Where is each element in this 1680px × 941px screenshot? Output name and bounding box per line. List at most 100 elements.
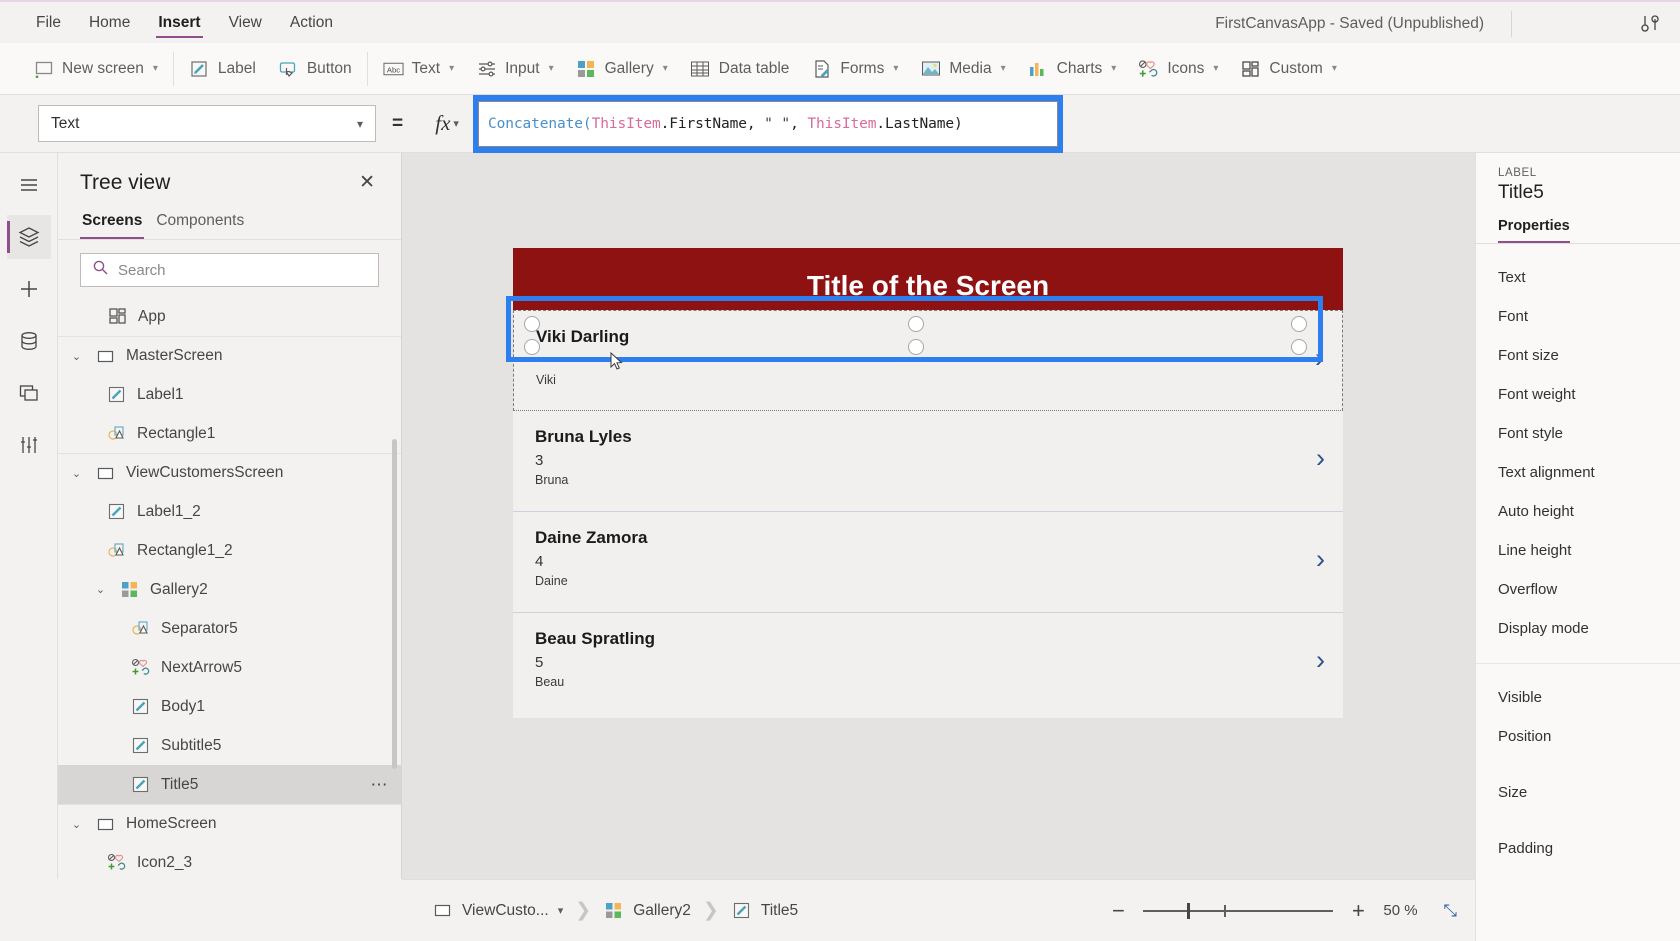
property-row-font-weight[interactable]: Font weight [1476,375,1680,414]
menu-tab-insert[interactable]: Insert [144,1,214,44]
resize-handle-top-right[interactable] [1291,316,1307,332]
property-row-text-alignment[interactable]: Text alignment [1476,453,1680,492]
gallery-item-row[interactable]: Bruna Lyles 3 Bruna › [513,411,1343,512]
ribbon-input-button[interactable]: Input ▾ [465,50,565,88]
menu-tab-home[interactable]: Home [75,1,144,44]
gallery-item-row[interactable]: Viki Darling Viki › [513,310,1343,411]
breadcrumb-item-gallery[interactable]: Gallery2 [591,891,703,931]
property-row-text[interactable]: Text [1476,258,1680,297]
gallery-item-title[interactable]: Bruna Lyles [535,427,632,447]
tree-node-homescreen[interactable]: ⌄ HomeScreen [58,804,401,843]
ribbon-charts-button[interactable]: Charts ▾ [1017,50,1128,88]
property-row-line-height[interactable]: Line height [1476,531,1680,570]
next-arrow-icon[interactable]: › [1315,345,1324,372]
formula-input[interactable]: Concatenate(ThisItem.FirstName, " ", Thi… [478,101,1058,147]
data-sources-icon[interactable] [7,319,51,363]
property-row-display-mode[interactable]: Display mode [1476,609,1680,648]
breadcrumb-item-screen[interactable]: ViewCusto... ▾ [420,891,575,931]
property-row-padding[interactable]: Padding [1476,829,1680,868]
ribbon-media-button[interactable]: Media ▾ [909,50,1016,88]
tree-node-masterscreen[interactable]: ⌄ MasterScreen [58,336,401,375]
tree-node-label1[interactable]: Label1 [58,375,401,414]
tree-view-icon[interactable] [6,215,51,259]
tree-node-rectangle1[interactable]: Rectangle1 [58,414,401,453]
menu-tab-view[interactable]: View [215,1,276,44]
ribbon-data-table-button[interactable]: Data table [679,50,801,88]
chevron-down-icon[interactable]: ⌄ [68,467,85,480]
menu-tab-action[interactable]: Action [276,1,347,44]
resize-handle-bottom-left[interactable] [524,339,540,355]
menu-tab-file[interactable]: File [22,1,75,44]
gallery-item-row[interactable]: Beau Spratling 5 Beau › [513,613,1343,714]
advanced-tools-icon[interactable] [7,423,51,467]
insert-plus-icon[interactable] [7,267,51,311]
tree-node-separator5[interactable]: Separator5 [58,609,401,648]
ribbon-button-button[interactable]: Button [267,50,363,88]
media-library-icon[interactable] [7,371,51,415]
ribbon-gallery-button[interactable]: Gallery ▾ [565,50,679,88]
gallery-item-body[interactable]: Viki [536,373,556,387]
gallery-control[interactable]: Viki Darling Viki › Bruna Lyles 3 Bruna … [513,310,1343,718]
more-options-icon[interactable]: ⋯ [371,775,390,795]
gallery-item-row[interactable]: Daine Zamora 4 Daine › [513,512,1343,613]
breadcrumb-item-title5[interactable]: Title5 [719,891,810,931]
resize-handle-top-left[interactable] [524,316,540,332]
ribbon-custom-button[interactable]: Custom ▾ [1229,50,1347,88]
next-arrow-icon[interactable]: › [1316,546,1325,573]
resize-handle-top-center[interactable] [908,316,924,332]
ribbon-new-screen-button[interactable]: New screen ▾ [22,50,169,88]
property-row-font-size[interactable]: Font size [1476,336,1680,375]
tree-scrollbar[interactable] [392,439,397,769]
gallery-item-subtitle[interactable]: 4 [535,553,543,570]
tab-properties[interactable]: Properties [1498,218,1570,243]
chevron-down-icon[interactable]: ⌄ [68,350,85,363]
next-arrow-icon[interactable]: › [1316,445,1325,472]
tree-node-viewcustomersscreen[interactable]: ⌄ ViewCustomersScreen [58,453,401,492]
gallery-item-body[interactable]: Daine [535,574,568,588]
tree-node-icon2-3[interactable]: Icon2_3 [58,843,401,882]
search-input[interactable] [118,261,367,279]
gallery-item-subtitle[interactable]: 3 [535,452,543,469]
tree-node-nextarrow5[interactable]: NextArrow5 [58,648,401,687]
property-selector[interactable]: Text ▾ [38,105,376,142]
gallery-item-body[interactable]: Bruna [535,473,568,487]
search-box[interactable] [80,253,379,287]
property-row-size[interactable]: Size [1476,773,1680,812]
chevron-down-icon[interactable]: ⌄ [68,818,85,831]
gallery-item-body[interactable]: Beau [535,675,564,689]
ribbon-label-button[interactable]: Label [178,50,267,88]
hamburger-menu-icon[interactable] [7,163,51,207]
zoom-out-button[interactable]: − [1107,899,1129,922]
tree-node-body1[interactable]: Body1 [58,687,401,726]
ribbon-forms-button[interactable]: Forms ▾ [800,50,909,88]
property-row-position[interactable]: Position [1476,717,1680,756]
tree-node-gallery2[interactable]: ⌄ Gallery2 [58,570,401,609]
property-row-overflow[interactable]: Overflow [1476,570,1680,609]
gallery-item-title[interactable]: Daine Zamora [535,528,647,548]
resize-handle-bottom-right[interactable] [1291,339,1307,355]
gallery-item-subtitle[interactable]: 5 [535,654,543,671]
fit-to-screen-icon[interactable]: ⤡ [1443,901,1457,921]
chevron-down-icon[interactable]: ⌄ [92,583,109,596]
ribbon-text-button[interactable]: Abc Text ▾ [372,50,465,88]
tab-components[interactable]: Components [154,208,246,239]
property-row-auto-height[interactable]: Auto height [1476,492,1680,531]
property-row-visible[interactable]: Visible [1476,678,1680,717]
tree-node-app[interactable]: App [58,297,401,336]
gallery-item-title[interactable]: Beau Spratling [535,629,655,649]
ribbon-icons-button[interactable]: Icons ▾ [1127,50,1229,88]
settings-gear-icon[interactable] [1636,9,1666,39]
tree-node-title5[interactable]: Title5 ⋯ [58,765,401,804]
resize-handle-bottom-center[interactable] [908,339,924,355]
gallery-item-title[interactable]: Viki Darling [536,327,629,347]
next-arrow-icon[interactable]: › [1316,647,1325,674]
chevron-down-icon[interactable]: ▾ [558,904,564,917]
zoom-slider-thumb[interactable] [1187,902,1191,919]
app-screen-preview[interactable]: Title of the Screen Viki Darling Viki › … [513,248,1343,718]
zoom-slider[interactable] [1143,901,1334,921]
tree-node-subtitle5[interactable]: Subtitle5 [58,726,401,765]
tree-node-rectangle1-2[interactable]: Rectangle1_2 [58,531,401,570]
zoom-in-button[interactable]: + [1347,899,1369,922]
tree-node-label1-2[interactable]: Label1_2 [58,492,401,531]
close-icon[interactable]: ✕ [353,169,381,196]
